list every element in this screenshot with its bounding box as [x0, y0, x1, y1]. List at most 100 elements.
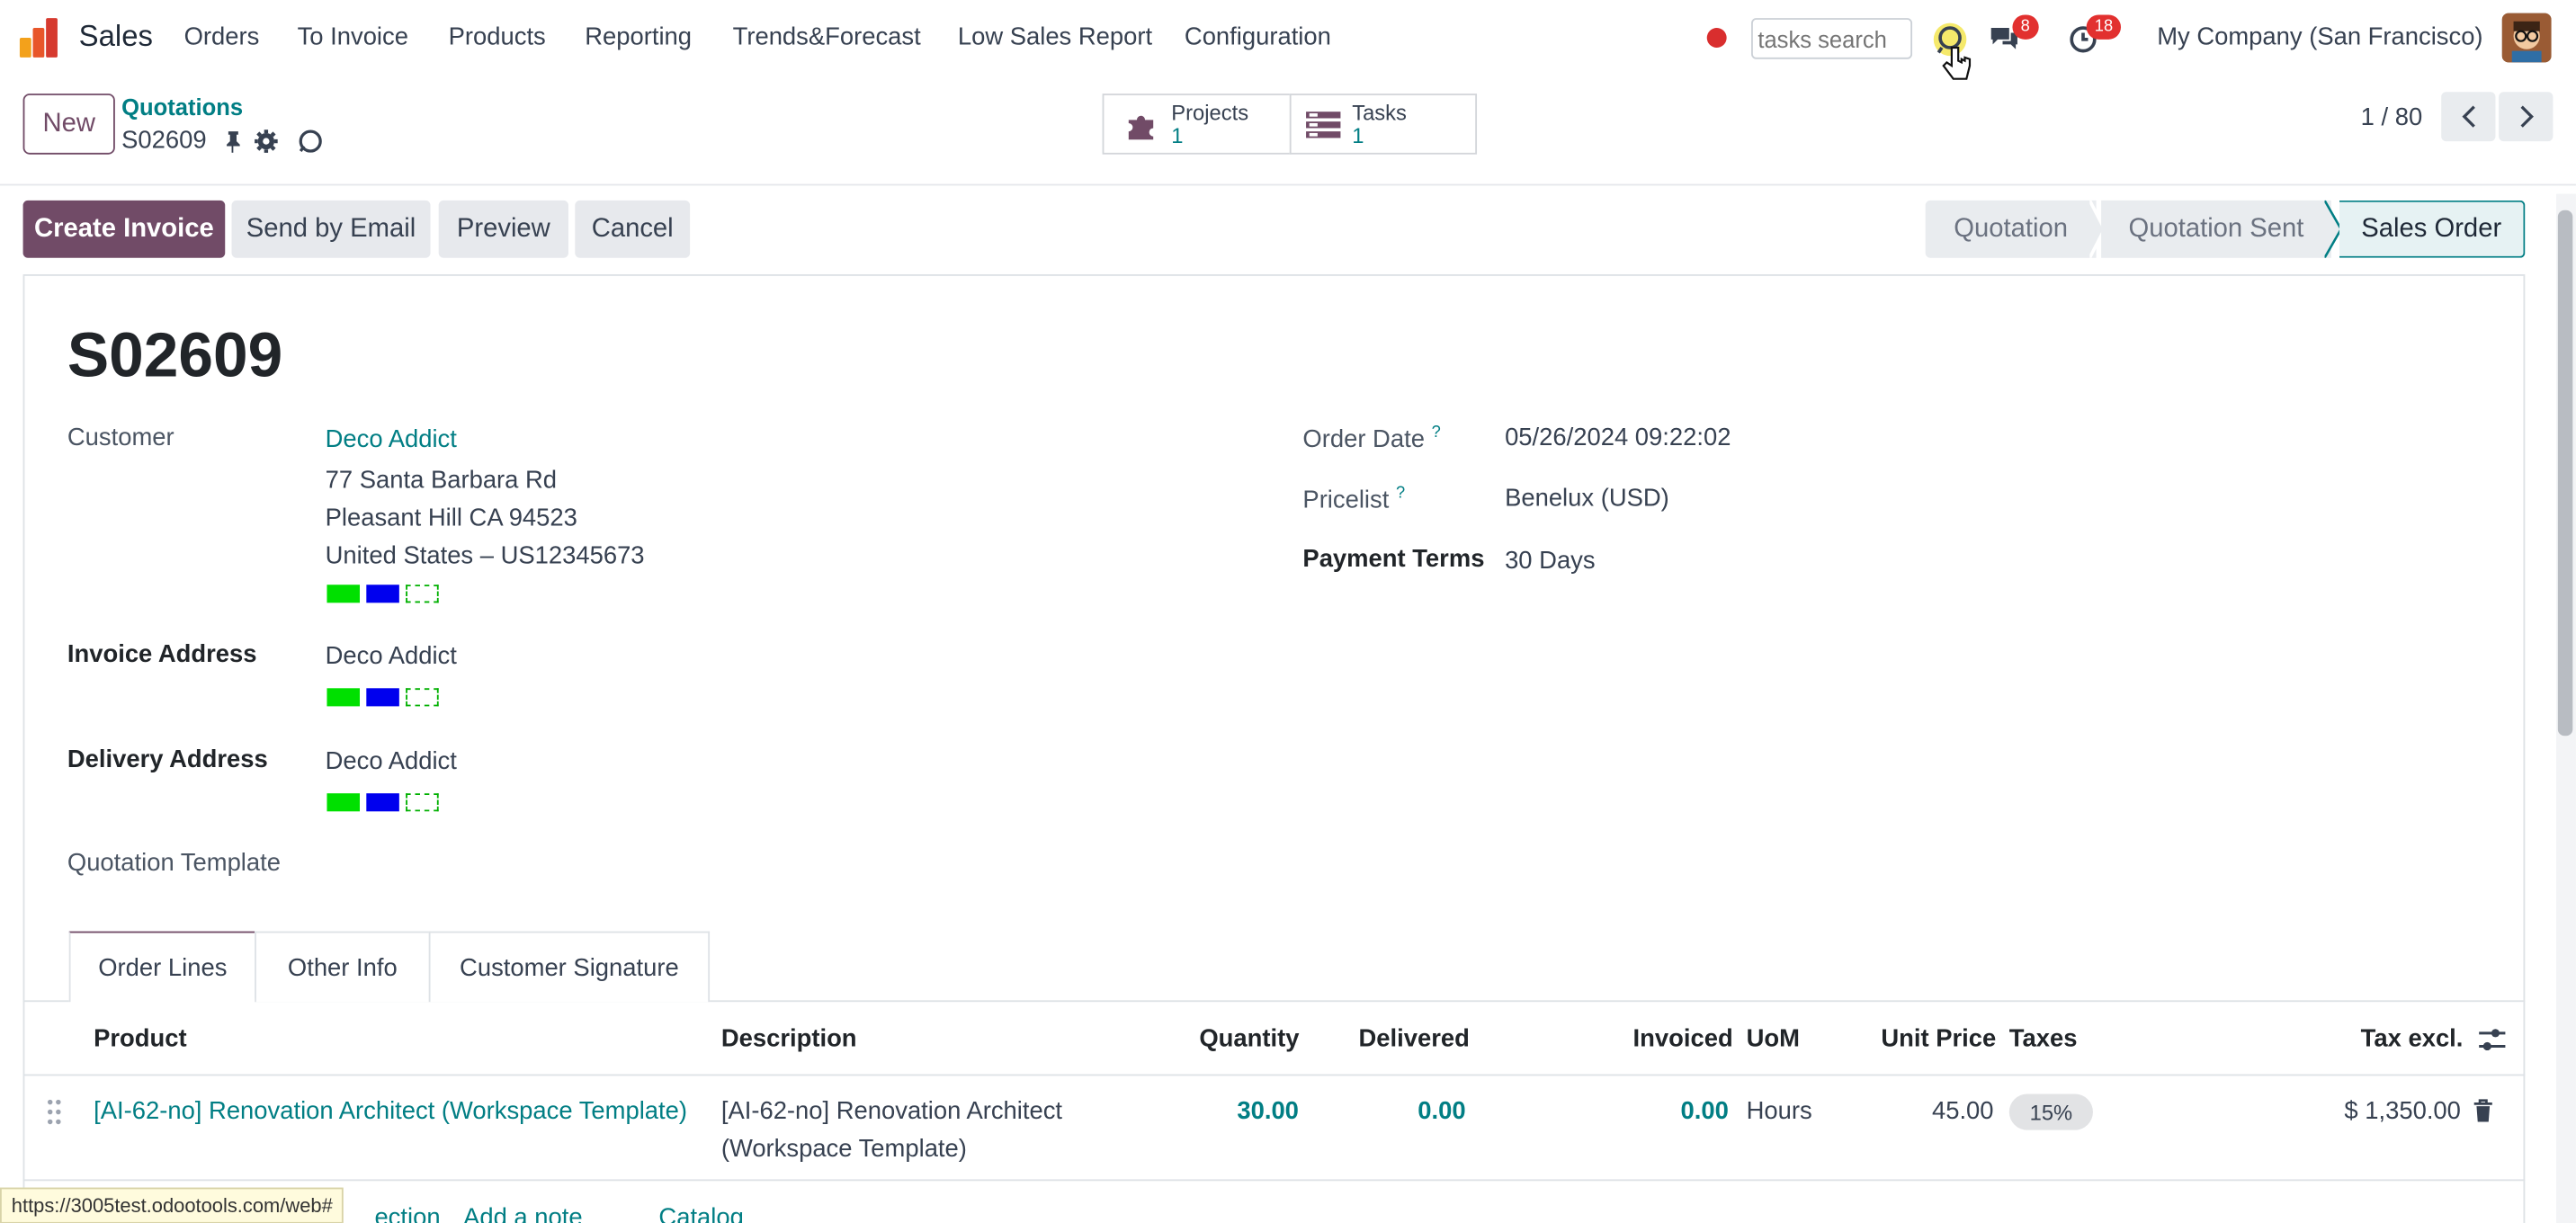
line-unit-price[interactable]: 45.00 — [1932, 1097, 1994, 1125]
blue-swatch — [366, 688, 399, 707]
stage-sales-order-active[interactable]: Sales Order — [2339, 200, 2526, 258]
line-tax-badge[interactable]: 15% — [2008, 1094, 2093, 1130]
order-title: S02609 — [67, 321, 283, 391]
col-header-product[interactable]: Product — [94, 1025, 187, 1053]
messages-badge: 8 — [2012, 14, 2038, 40]
activities-badge: 18 — [2086, 14, 2122, 40]
col-header-description[interactable]: Description — [721, 1025, 857, 1053]
breadcrumb-quotations[interactable]: Quotations — [121, 94, 243, 120]
pin-icon[interactable] — [225, 129, 241, 161]
row-divider — [22, 1179, 2526, 1182]
customer-address-line-3: United States – US12345673 — [325, 541, 645, 570]
tasks-search-input[interactable] — [1751, 18, 1913, 59]
tasks-count: 1 — [1352, 122, 1364, 147]
preview-button[interactable]: Preview — [438, 200, 568, 258]
menu-configuration[interactable]: Configuration — [1185, 23, 1331, 51]
customer-label: Customer — [67, 424, 174, 452]
top-navbar: Sales Orders To Invoice Products Reporti… — [0, 0, 2576, 80]
delivery-color-tags — [326, 793, 442, 812]
add-note-link[interactable]: Add a note — [463, 1204, 583, 1223]
company-switcher[interactable]: My Company (San Francisco) — [2157, 23, 2482, 51]
projects-smart-button[interactable]: Projects 1 — [1102, 94, 1292, 155]
create-invoice-button[interactable]: Create Invoice — [22, 200, 226, 258]
gear-icon[interactable] — [253, 128, 279, 162]
line-invoiced[interactable]: 0.00 — [1681, 1097, 1729, 1125]
help-tooltip-icon[interactable]: ? — [1396, 485, 1405, 503]
add-section-link[interactable]: ection — [374, 1204, 440, 1223]
menu-trends-forecast[interactable]: Trends&Forecast — [733, 23, 921, 51]
projects-label: Projects — [1171, 99, 1249, 124]
pricelist-value[interactable]: Benelux (USD) — [1505, 485, 1669, 513]
pager-value[interactable]: 1 / 80 — [2361, 103, 2423, 131]
invoice-address-label: Invoice Address — [67, 640, 257, 669]
pager-next-button[interactable] — [2499, 92, 2554, 142]
line-description-1[interactable]: [AI-62-no] Renovation Architect — [721, 1097, 1062, 1125]
green-swatch — [326, 688, 361, 707]
blue-swatch — [366, 585, 399, 603]
page-scrollbar-thumb[interactable] — [2557, 210, 2573, 736]
stage-quotation-sent[interactable]: Quotation Sent — [2101, 200, 2331, 258]
line-description-2[interactable]: (Workspace Template) — [721, 1135, 967, 1163]
catalog-link[interactable]: Catalog — [658, 1204, 743, 1223]
app-name[interactable]: Sales — [79, 20, 153, 54]
send-by-email-button[interactable]: Send by Email — [231, 200, 431, 258]
header-divider — [22, 1074, 2526, 1076]
order-date-label: Order Date ? — [1302, 424, 1441, 454]
quotation-template-label: Quotation Template — [67, 849, 281, 878]
outline-swatch — [406, 585, 439, 603]
blue-swatch — [366, 793, 399, 812]
line-uom[interactable]: Hours — [1747, 1097, 1812, 1125]
tab-other-info[interactable]: Other Info — [255, 931, 431, 1003]
stage-quotation[interactable]: Quotation — [1925, 200, 2097, 258]
optional-columns-sliders-icon[interactable] — [2477, 1027, 2507, 1061]
tasks-label: Tasks — [1352, 99, 1407, 124]
help-tooltip-icon[interactable]: ? — [1432, 424, 1441, 442]
col-header-delivered[interactable]: Delivered — [1359, 1025, 1470, 1053]
menu-to-invoice[interactable]: To Invoice — [298, 23, 408, 51]
discard-changes-icon[interactable] — [298, 128, 324, 162]
tasks-smart-button[interactable]: Tasks 1 — [1289, 94, 1478, 155]
breadcrumb-current-record: S02609 — [121, 126, 207, 155]
line-quantity[interactable]: 30.00 — [1237, 1097, 1299, 1125]
line-subtotal: $ 1,350.00 — [2344, 1097, 2461, 1126]
cancel-button[interactable]: Cancel — [575, 200, 691, 258]
active-tab-gap — [70, 998, 255, 1004]
menu-low-sales-report[interactable]: Low Sales Report — [958, 23, 1152, 51]
customer-address-line-2: Pleasant Hill CA 94523 — [325, 504, 577, 532]
line-delivered[interactable]: 0.00 — [1418, 1097, 1465, 1125]
sales-app-logo-icon[interactable] — [19, 18, 62, 58]
tab-customer-signature[interactable]: Customer Signature — [428, 931, 711, 1003]
chevron-right-icon — [2519, 105, 2534, 128]
col-header-taxes[interactable]: Taxes — [2009, 1025, 2078, 1053]
menu-orders[interactable]: Orders — [184, 23, 260, 51]
green-swatch — [326, 793, 361, 812]
menu-products[interactable]: Products — [449, 23, 546, 51]
col-header-unit-price[interactable]: Unit Price — [1881, 1025, 1996, 1053]
drag-handle-icon[interactable] — [46, 1097, 62, 1135]
tasks-list-icon — [1304, 106, 1343, 142]
menu-reporting[interactable]: Reporting — [585, 23, 692, 51]
col-header-tax-excl[interactable]: Tax excl. — [2361, 1025, 2464, 1053]
delivery-address-label: Delivery Address — [67, 745, 268, 774]
user-avatar[interactable] — [2501, 13, 2552, 63]
col-header-quantity[interactable]: Quantity — [1199, 1025, 1299, 1053]
recording-indicator-icon[interactable] — [1706, 28, 1727, 48]
green-swatch — [326, 585, 361, 603]
pager-previous-button[interactable] — [2441, 92, 2496, 142]
delivery-address-value[interactable]: Deco Addict — [326, 747, 457, 775]
payment-terms-value[interactable]: 30 Days — [1505, 547, 1596, 575]
projects-count: 1 — [1171, 122, 1184, 147]
puzzle-icon — [1123, 106, 1159, 142]
new-button[interactable]: New — [22, 94, 115, 155]
trash-icon[interactable] — [2473, 1099, 2494, 1132]
col-header-invoiced[interactable]: Invoiced — [1633, 1025, 1733, 1053]
customer-link[interactable]: Deco Addict — [326, 425, 457, 453]
customer-color-tags — [326, 585, 442, 603]
invoice-color-tags — [326, 688, 442, 707]
col-header-uom[interactable]: UoM — [1747, 1025, 1800, 1053]
control-panel: New Quotations S02609 Projects 1 Tasks 1… — [0, 76, 2576, 186]
invoice-address-value[interactable]: Deco Addict — [326, 642, 457, 670]
order-date-value[interactable]: 05/26/2024 09:22:02 — [1505, 424, 1731, 451]
tab-order-lines[interactable]: Order Lines — [68, 931, 256, 1003]
line-product-link[interactable]: [AI-62-no] Renovation Architect (Workspa… — [94, 1097, 687, 1125]
